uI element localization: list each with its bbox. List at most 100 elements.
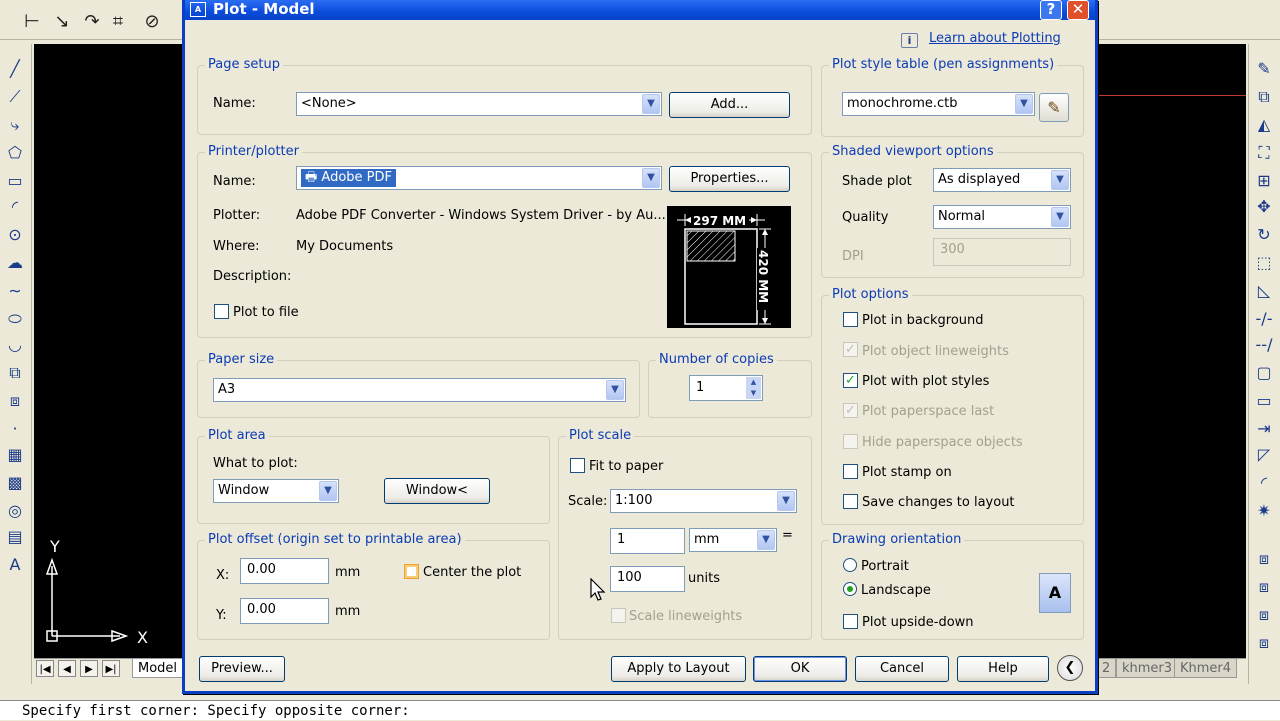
trim-icon[interactable]: -/- bbox=[1253, 308, 1275, 330]
preview-button[interactable]: Preview... bbox=[199, 656, 285, 682]
tab-model[interactable]: Model bbox=[132, 659, 184, 678]
make-block-icon[interactable]: ⧈ bbox=[4, 390, 26, 412]
move-icon[interactable]: ✥ bbox=[1253, 196, 1275, 218]
construction-line-icon[interactable]: ⟋ bbox=[4, 86, 26, 108]
arc-length-icon[interactable]: ↷ bbox=[80, 10, 104, 34]
less-options-arrow-icon[interactable]: ❮ bbox=[1057, 655, 1083, 681]
draw-order-icon[interactable]: ⧈ bbox=[1253, 548, 1275, 570]
center-plot-checkbox[interactable] bbox=[404, 564, 419, 579]
spline-icon[interactable]: ∼ bbox=[4, 280, 26, 302]
array-icon[interactable]: ⊞ bbox=[1253, 170, 1275, 192]
printer-properties-button[interactable]: Properties... bbox=[669, 166, 790, 192]
point-icon[interactable]: · bbox=[4, 418, 26, 440]
scale-lineweights-checkbox[interactable] bbox=[611, 608, 626, 623]
save-changes-checkbox[interactable] bbox=[843, 494, 858, 509]
bring-above-icon[interactable]: ⧈ bbox=[1253, 632, 1275, 654]
fillet-icon[interactable]: ◜ bbox=[1253, 472, 1275, 494]
next-tab-icon[interactable]: ▶ bbox=[80, 660, 98, 677]
help-button[interactable]: Help bbox=[957, 656, 1049, 682]
dialog-title-bar[interactable]: A Plot - Model ? ✕ bbox=[185, 0, 1095, 20]
ordinate-dimension-icon[interactable]: ⌗ bbox=[106, 10, 130, 34]
revcloud-icon[interactable]: ☁ bbox=[4, 252, 26, 274]
scale-icon[interactable]: ⬚ bbox=[1253, 252, 1275, 274]
polyline-icon[interactable]: ⤷ bbox=[4, 114, 26, 136]
hatch-icon[interactable]: ▦ bbox=[4, 444, 26, 466]
scale-paper-units-input[interactable]: 1 bbox=[610, 528, 685, 554]
command-line[interactable]: Specify first corner: Specify opposite c… bbox=[0, 700, 1280, 720]
multiline-text-icon[interactable]: A bbox=[4, 554, 26, 576]
quality-dropdown[interactable]: Normal ▼ bbox=[933, 205, 1071, 229]
rotate-icon[interactable]: ↻ bbox=[1253, 224, 1275, 246]
line-icon[interactable]: ╱ bbox=[4, 58, 26, 80]
learn-about-plotting-link[interactable]: Learn about Plotting bbox=[929, 31, 1061, 47]
last-tab-icon[interactable]: ▶| bbox=[102, 660, 120, 677]
what-to-plot-dropdown[interactable]: Window ▼ bbox=[213, 479, 339, 503]
spin-down-icon[interactable]: ▼ bbox=[746, 388, 761, 399]
gradient-icon[interactable]: ▩ bbox=[4, 472, 26, 494]
mirror-icon[interactable]: ◭ bbox=[1253, 114, 1275, 136]
ellipse-icon[interactable]: ⬭ bbox=[4, 308, 26, 330]
tab-layout-2[interactable]: 2 bbox=[1096, 659, 1117, 678]
plot-object-lineweights-checkbox[interactable]: ✓ bbox=[843, 342, 858, 357]
apply-to-layout-button[interactable]: Apply to Layout bbox=[611, 656, 746, 682]
offset-y-input[interactable]: 0.00 bbox=[240, 598, 329, 624]
portrait-radio[interactable] bbox=[843, 558, 857, 572]
linear-dimension-icon[interactable]: ⊢ bbox=[20, 10, 44, 34]
ellipse-arc-icon[interactable]: ◡ bbox=[4, 334, 26, 356]
copy-icon[interactable]: ⧉ bbox=[1253, 86, 1275, 108]
hide-paperspace-objects-checkbox[interactable] bbox=[843, 434, 858, 449]
plot-upside-down-checkbox[interactable] bbox=[843, 614, 858, 629]
chamfer-icon[interactable]: ◸ bbox=[1253, 444, 1275, 466]
plot-in-background-checkbox[interactable] bbox=[843, 312, 858, 327]
bring-to-front-icon[interactable]: ⧈ bbox=[1253, 576, 1275, 598]
arc-icon[interactable]: ◜ bbox=[4, 196, 26, 218]
add-page-setup-button[interactable]: Add... bbox=[669, 92, 790, 118]
scale-dropdown[interactable]: 1:100 ▼ bbox=[610, 489, 797, 513]
explode-icon[interactable]: ✷ bbox=[1253, 500, 1275, 522]
table-icon[interactable]: ▤ bbox=[4, 526, 26, 548]
erase-icon[interactable]: ✎ bbox=[1253, 58, 1275, 80]
fit-to-paper-checkbox[interactable] bbox=[570, 458, 585, 473]
offset-icon[interactable]: ⛶ bbox=[1253, 142, 1275, 164]
ok-button[interactable]: OK bbox=[753, 656, 847, 682]
dpi-input[interactable]: 300 bbox=[933, 238, 1071, 266]
stretch-icon[interactable]: ◺ bbox=[1253, 280, 1275, 302]
scale-unit-dropdown[interactable]: mm ▼ bbox=[689, 528, 777, 552]
break-at-point-icon[interactable]: ▢ bbox=[1253, 362, 1275, 384]
spin-up-icon[interactable]: ▲ bbox=[746, 377, 761, 388]
printer-name-dropdown[interactable]: 🖶 Adobe PDF ▼ bbox=[296, 166, 662, 190]
plot-style-dropdown[interactable]: monochrome.ctb ▼ bbox=[842, 92, 1035, 116]
region-icon[interactable]: ◎ bbox=[4, 500, 26, 522]
copies-spinner[interactable]: 1 ▲ ▼ bbox=[689, 375, 763, 401]
tab-khmer4[interactable]: Khmer4 bbox=[1174, 659, 1238, 678]
plot-with-plot-styles-checkbox[interactable]: ✓ bbox=[843, 373, 858, 388]
window-pick-button[interactable]: Window< bbox=[384, 478, 490, 504]
tab-khmer3[interactable]: khmer3 bbox=[1116, 659, 1179, 678]
plot-stamp-checkbox[interactable] bbox=[843, 464, 858, 479]
plot-to-file-checkbox[interactable] bbox=[214, 304, 229, 319]
aligned-dimension-icon[interactable]: ↘ bbox=[50, 10, 74, 34]
extend-icon[interactable]: --/ bbox=[1253, 334, 1275, 356]
shade-plot-dropdown[interactable]: As displayed ▼ bbox=[933, 168, 1071, 192]
circle-icon[interactable]: ⊙ bbox=[4, 224, 26, 246]
join-icon[interactable]: ⇥ bbox=[1253, 418, 1275, 440]
rectangle-icon[interactable]: ▭ bbox=[4, 170, 26, 192]
break-icon[interactable]: ▭ bbox=[1253, 390, 1275, 412]
close-icon[interactable]: ✕ bbox=[1067, 0, 1089, 20]
prev-tab-icon[interactable]: ◀ bbox=[58, 660, 76, 677]
scale-drawing-units-input[interactable]: 100 bbox=[610, 566, 685, 592]
edit-plot-style-icon[interactable]: ✎ bbox=[1039, 93, 1069, 122]
radius-dimension-icon[interactable]: ⊘ bbox=[140, 10, 164, 34]
cancel-button[interactable]: Cancel bbox=[855, 656, 949, 682]
paper-size-dropdown[interactable]: A3 ▼ bbox=[213, 378, 626, 402]
plot-paperspace-last-checkbox[interactable]: ✓ bbox=[843, 403, 858, 418]
printer-plotter-legend: Printer/plotter bbox=[205, 144, 302, 160]
first-tab-icon[interactable]: |◀ bbox=[36, 660, 54, 677]
insert-block-icon[interactable]: ⧉ bbox=[4, 362, 26, 384]
offset-x-input[interactable]: 0.00 bbox=[240, 558, 329, 584]
help-icon[interactable]: ? bbox=[1040, 0, 1062, 20]
polygon-icon[interactable]: ⬠ bbox=[4, 142, 26, 164]
send-to-back-icon[interactable]: ⧈ bbox=[1253, 604, 1275, 626]
page-setup-name-dropdown[interactable]: <None> ▼ bbox=[296, 92, 662, 116]
landscape-radio[interactable] bbox=[843, 582, 857, 596]
